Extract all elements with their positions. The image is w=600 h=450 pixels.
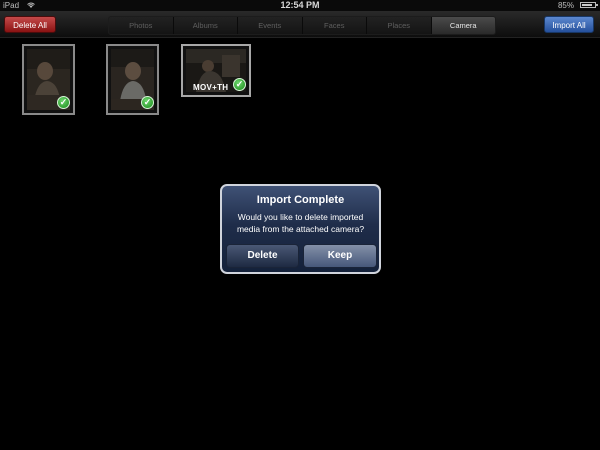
battery-icon [580,2,598,8]
import-all-button[interactable]: Import All [544,16,594,33]
media-thumbnail[interactable]: ✓ [22,44,75,115]
video-label: MOV+TH [193,83,229,92]
status-time: 12:54 PM [280,0,320,10]
status-bar: iPad 12:54 PM 85% [0,0,600,11]
tab-albums[interactable]: Albums [173,17,238,34]
delete-button[interactable]: Delete [226,244,299,268]
toolbar: Delete All Photos Albums Events Faces Places… [0,11,600,38]
tab-faces[interactable]: Faces [302,17,367,34]
battery-percent: 85% [557,1,574,10]
checkmark-icon: ✓ [233,78,246,91]
tab-photos[interactable]: Photos [109,17,174,34]
alert-message: Would you like to delete imported media … [236,212,365,234]
tab-camera[interactable]: Camera [431,17,495,34]
import-complete-alert: Import Complete Would you like to delete… [220,184,381,274]
checkmark-icon: ✓ [57,96,70,109]
keep-button[interactable]: Keep [303,244,377,268]
checkmark-icon: ✓ [141,96,154,109]
delete-all-button[interactable]: Delete All [4,16,56,33]
tab-places[interactable]: Places [367,17,432,34]
tab-events[interactable]: Events [238,17,303,34]
media-thumbnail-video[interactable]: MOV+TH ✓ [181,44,251,97]
source-segmented-control: Photos Albums Events Faces Places Camera [108,16,496,35]
media-thumbnail[interactable]: ✓ [106,44,159,115]
alert-title: Import Complete [256,194,345,206]
